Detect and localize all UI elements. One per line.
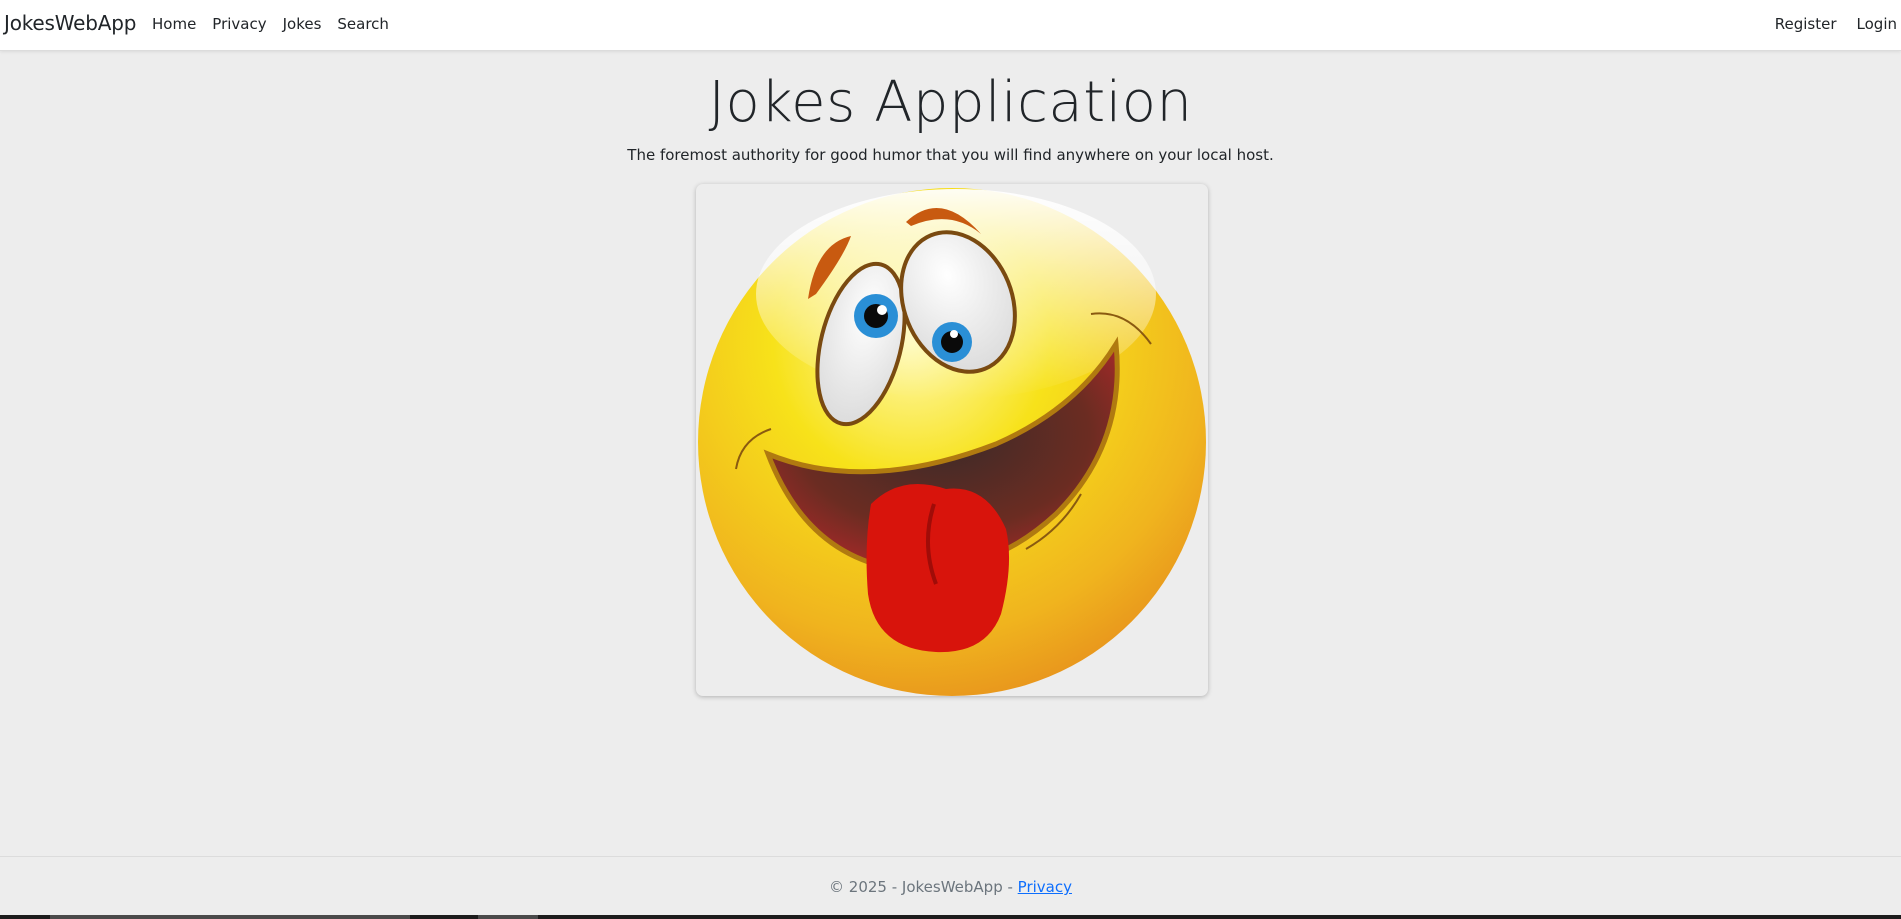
footer-copyright: © 2025 - JokesWebApp - (829, 878, 1018, 896)
page-subtitle: The foremost authority for good humor th… (627, 146, 1274, 164)
footer-privacy-link[interactable]: Privacy (1018, 878, 1072, 896)
emoji-image-card (696, 184, 1208, 696)
footer-text: © 2025 - JokesWebApp - Privacy (0, 878, 1901, 896)
nav-search-link[interactable]: Search (337, 15, 389, 33)
page-footer: © 2025 - JokesWebApp - Privacy (0, 856, 1901, 916)
nav-register-link[interactable]: Register (1775, 15, 1837, 33)
nav-home-link[interactable]: Home (152, 15, 196, 33)
nav-privacy-link[interactable]: Privacy (212, 15, 266, 33)
nav-login-link[interactable]: Login (1857, 15, 1897, 33)
taskbar-strip (0, 915, 1901, 919)
laughing-emoji-icon (698, 188, 1206, 696)
nav-links-right: Register Login (1755, 15, 1897, 33)
nav-jokes-link[interactable]: Jokes (283, 15, 322, 33)
nav-links-left: Home Privacy Jokes Search (152, 15, 405, 33)
page-title: Jokes Application (708, 70, 1193, 135)
brand-link[interactable]: JokesWebApp (4, 11, 136, 35)
top-navbar: JokesWebApp Home Privacy Jokes Search Re… (0, 0, 1901, 51)
